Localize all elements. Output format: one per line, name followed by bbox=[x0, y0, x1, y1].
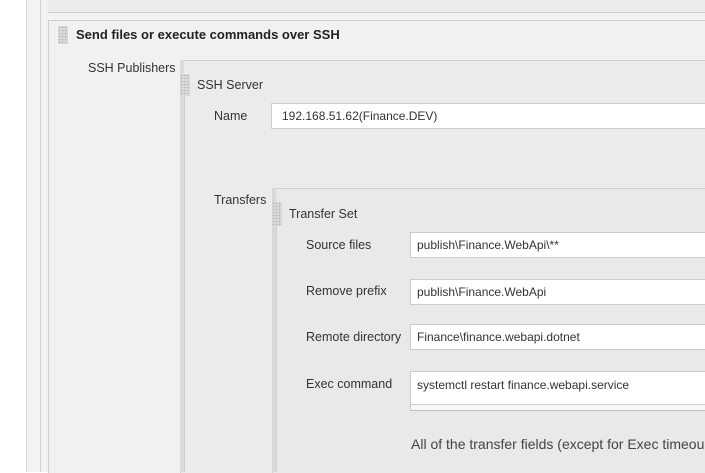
section-title: Send files or execute commands over SSH bbox=[76, 27, 340, 42]
left-gutter bbox=[0, 0, 26, 472]
previous-section bbox=[48, 0, 705, 13]
transfer-help-text: All of the transfer fields (except for E… bbox=[411, 436, 705, 452]
name-select[interactable]: 192.168.51.62(Finance.DEV) bbox=[271, 103, 705, 129]
exec-command-textarea[interactable]: systemctl restart finance.webapi.service bbox=[410, 371, 705, 405]
transfers-label: Transfers bbox=[214, 193, 267, 207]
source-files-label: Source files bbox=[306, 238, 372, 252]
ssh-server-drag-handle[interactable] bbox=[180, 74, 190, 96]
name-label: Name bbox=[214, 109, 248, 123]
remove-prefix-input[interactable]: publish\Finance.WebApi bbox=[410, 279, 705, 305]
source-files-input[interactable]: publish\Finance.WebApi\** bbox=[410, 232, 705, 258]
ssh-server-inner-line bbox=[184, 96, 185, 472]
transfer-set-drag-handle[interactable] bbox=[272, 202, 282, 226]
remove-prefix-label: Remove prefix bbox=[306, 284, 387, 298]
ssh-server-header: SSH Server bbox=[197, 78, 263, 92]
panel-divider bbox=[40, 0, 41, 472]
section-drag-handle[interactable] bbox=[58, 26, 68, 44]
textarea-resize-handle[interactable] bbox=[410, 405, 705, 411]
ssh-publishers-label: SSH Publishers bbox=[88, 61, 176, 75]
transfer-set-header: Transfer Set bbox=[289, 207, 358, 221]
remote-directory-label: Remote directory bbox=[306, 330, 402, 344]
remote-directory-input[interactable]: Finance\finance.webapi.dotnet bbox=[410, 324, 705, 350]
transfer-set-inner-line bbox=[276, 226, 277, 472]
exec-command-label: Exec command bbox=[306, 377, 393, 391]
